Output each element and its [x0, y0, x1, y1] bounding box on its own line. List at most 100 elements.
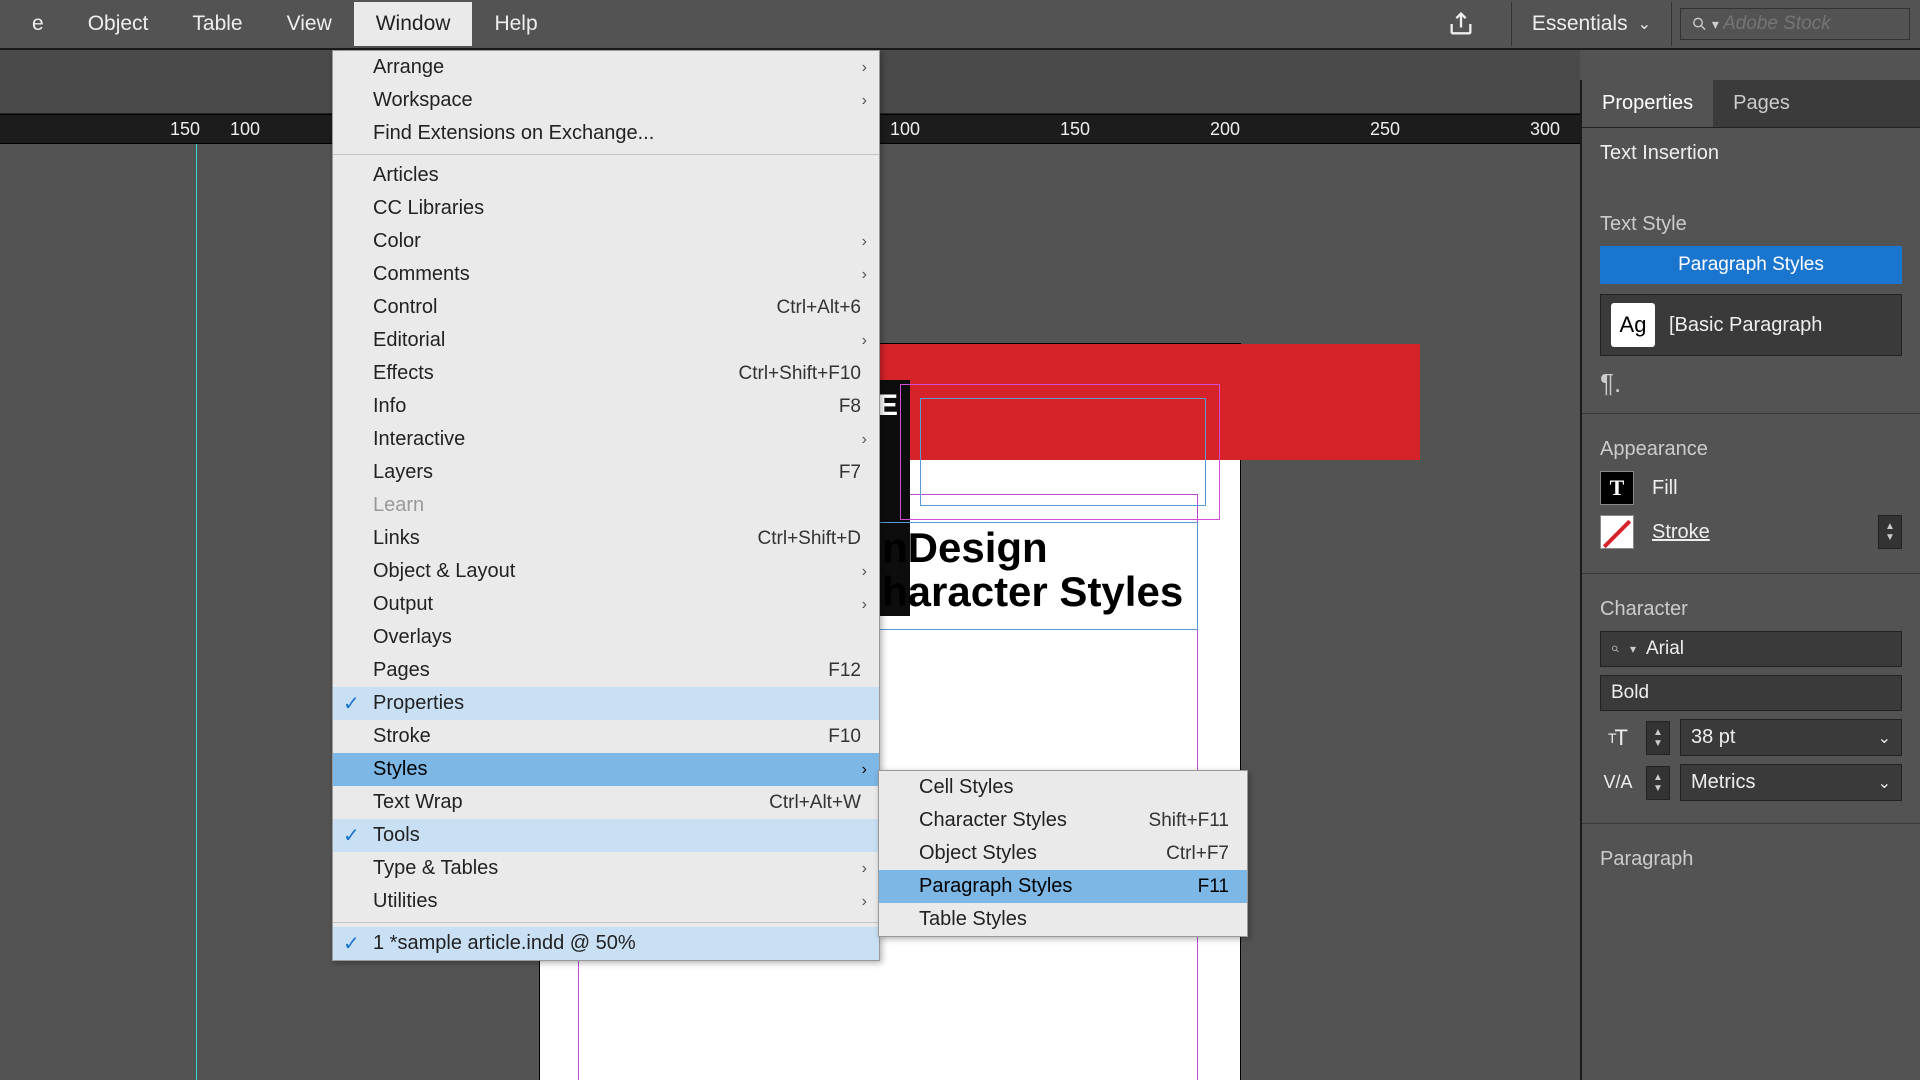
menu-item-label: Properties [373, 692, 861, 715]
current-style-row[interactable]: Ag [Basic Paragraph [1600, 294, 1902, 356]
font-weight-input[interactable] [1611, 682, 1891, 704]
dropdown-caret-icon: ▾ [1630, 642, 1636, 656]
share-icon[interactable] [1441, 4, 1481, 44]
menu-item-label: Tools [373, 824, 861, 847]
submenu-arrow-icon: › [862, 563, 867, 581]
text-style-heading: Text Style [1600, 213, 1902, 236]
font-weight-field[interactable] [1600, 675, 1902, 711]
chevron-down-icon: ⌄ [1638, 14, 1651, 34]
menu-item-stroke[interactable]: StrokeF10 [333, 720, 879, 753]
style-preview-icon: Ag [1611, 303, 1655, 347]
kerning-stepper[interactable]: ▲▼ [1646, 766, 1670, 800]
workspace-label: Essentials [1532, 12, 1628, 36]
font-size-icon: TT [1600, 724, 1636, 752]
paragraph-heading: Paragraph [1600, 848, 1902, 871]
title-block-letter: E [878, 389, 898, 422]
ruler-tick: 200 [1210, 119, 1240, 140]
menu-item-label: Arrange [373, 56, 861, 79]
heading-line-1: nDesign [882, 524, 1048, 572]
submenu-item-cell-styles[interactable]: Cell Styles [879, 771, 1247, 804]
menu-item-layers[interactable]: LayersF7 [333, 456, 879, 489]
menu-separator [333, 154, 879, 155]
menu-item-label: Overlays [373, 626, 861, 649]
menu-item-editorial[interactable]: Editorial› [333, 324, 879, 357]
menu-shortcut: Ctrl+Alt+W [769, 792, 861, 814]
stock-search-input[interactable] [1723, 13, 1899, 35]
stock-search[interactable]: ▾ [1680, 8, 1910, 40]
menu-item-1-sample-article-indd-50[interactable]: ✓1 *sample article.indd @ 50% [333, 927, 879, 960]
menu-item-label: Stroke [373, 725, 798, 748]
fill-swatch[interactable]: T [1600, 471, 1634, 505]
submenu-item-object-styles[interactable]: Object StylesCtrl+F7 [879, 837, 1247, 870]
stroke-swatch[interactable] [1600, 515, 1634, 549]
menu-item-label: Editorial [373, 329, 861, 352]
tab-pages[interactable]: Pages [1713, 80, 1810, 127]
menu-item-find-extensions-on-exchange[interactable]: Find Extensions on Exchange... [333, 117, 879, 150]
tab-properties[interactable]: Properties [1582, 80, 1713, 127]
menu-item-color[interactable]: Color› [333, 225, 879, 258]
menu-item-label: Learn [373, 494, 861, 517]
submenu-item-table-styles[interactable]: Table Styles [879, 903, 1247, 936]
menu-item-tools[interactable]: ✓Tools [333, 819, 879, 852]
menu-item-label: Utilities [373, 890, 861, 913]
text-frame[interactable] [920, 398, 1206, 506]
workspace-switcher[interactable]: Essentials ⌄ [1511, 2, 1672, 46]
menu-item-control[interactable]: ControlCtrl+Alt+6 [333, 291, 879, 324]
menu-item-label: Pages [373, 659, 798, 682]
menu-item-arrange[interactable]: Arrange› [333, 51, 879, 84]
submenu-item-paragraph-styles[interactable]: Paragraph StylesF11 [879, 870, 1247, 903]
font-size-select[interactable]: 38 pt ⌄ [1680, 719, 1902, 756]
menu-item-links[interactable]: LinksCtrl+Shift+D [333, 522, 879, 555]
kerning-select[interactable]: Metrics ⌄ [1680, 764, 1902, 801]
menu-item-workspace[interactable]: Workspace› [333, 84, 879, 117]
menu-item-label: Output [373, 593, 861, 616]
menu-item-window[interactable]: Window [354, 2, 473, 46]
menu-item-text-wrap[interactable]: Text WrapCtrl+Alt+W [333, 786, 879, 819]
chevron-down-icon: ⌄ [1878, 728, 1891, 748]
guide-vertical[interactable] [196, 144, 197, 1080]
menu-item-label: Table Styles [919, 908, 1229, 931]
stroke-weight-stepper[interactable]: ▲▼ [1878, 515, 1902, 549]
menu-shortcut: F7 [839, 462, 861, 484]
menu-item-label: Articles [373, 164, 861, 187]
menu-item-effects[interactable]: EffectsCtrl+Shift+F10 [333, 357, 879, 390]
menu-item-pages[interactable]: PagesF12 [333, 654, 879, 687]
style-type-toggle: Paragraph Styles [1600, 246, 1902, 284]
font-family-field[interactable]: ▾ [1600, 631, 1902, 667]
submenu-arrow-icon: › [862, 92, 867, 110]
menu-item-output[interactable]: Output› [333, 588, 879, 621]
menu-item-table[interactable]: Table [170, 2, 264, 46]
menu-item-label: Find Extensions on Exchange... [373, 122, 861, 145]
menu-item-label: Workspace [373, 89, 861, 112]
submenu-arrow-icon: › [862, 266, 867, 284]
submenu-item-character-styles[interactable]: Character StylesShift+F11 [879, 804, 1247, 837]
menu-item-info[interactable]: InfoF8 [333, 390, 879, 423]
menu-item-label: Info [373, 395, 809, 418]
stroke-label[interactable]: Stroke [1652, 521, 1710, 544]
menu-item-label: Comments [373, 263, 861, 286]
menu-item-articles[interactable]: Articles [333, 159, 879, 192]
menu-item-utilities[interactable]: Utilities› [333, 885, 879, 918]
menu-item-label: Effects [373, 362, 709, 385]
pilcrow-icon[interactable]: ¶. [1600, 368, 1902, 399]
menu-item-cc-libraries[interactable]: CC Libraries [333, 192, 879, 225]
chevron-down-icon: ⌄ [1878, 773, 1891, 793]
menu-item-learn: Learn [333, 489, 879, 522]
menu-item-label: Cell Styles [919, 776, 1229, 799]
menu-item-interactive[interactable]: Interactive› [333, 423, 879, 456]
menu-item-object-layout[interactable]: Object & Layout› [333, 555, 879, 588]
menu-item-e[interactable]: e [10, 2, 66, 46]
paragraph-styles-tab[interactable]: Paragraph Styles [1600, 246, 1902, 284]
font-size-stepper[interactable]: ▲▼ [1646, 721, 1670, 755]
menu-item-properties[interactable]: ✓ Properties [333, 687, 879, 720]
menu-item-view[interactable]: View [265, 2, 354, 46]
menu-item-styles[interactable]: Styles› [333, 753, 879, 786]
menu-item-object[interactable]: Object [66, 2, 171, 46]
font-family-input[interactable] [1646, 638, 1891, 660]
menu-item-overlays[interactable]: Overlays [333, 621, 879, 654]
menu-item-comments[interactable]: Comments› [333, 258, 879, 291]
menu-item-label: Color [373, 230, 861, 253]
check-icon: ✓ [343, 691, 360, 716]
menu-item-type-tables[interactable]: Type & Tables› [333, 852, 879, 885]
menu-item-help[interactable]: Help [472, 2, 559, 46]
